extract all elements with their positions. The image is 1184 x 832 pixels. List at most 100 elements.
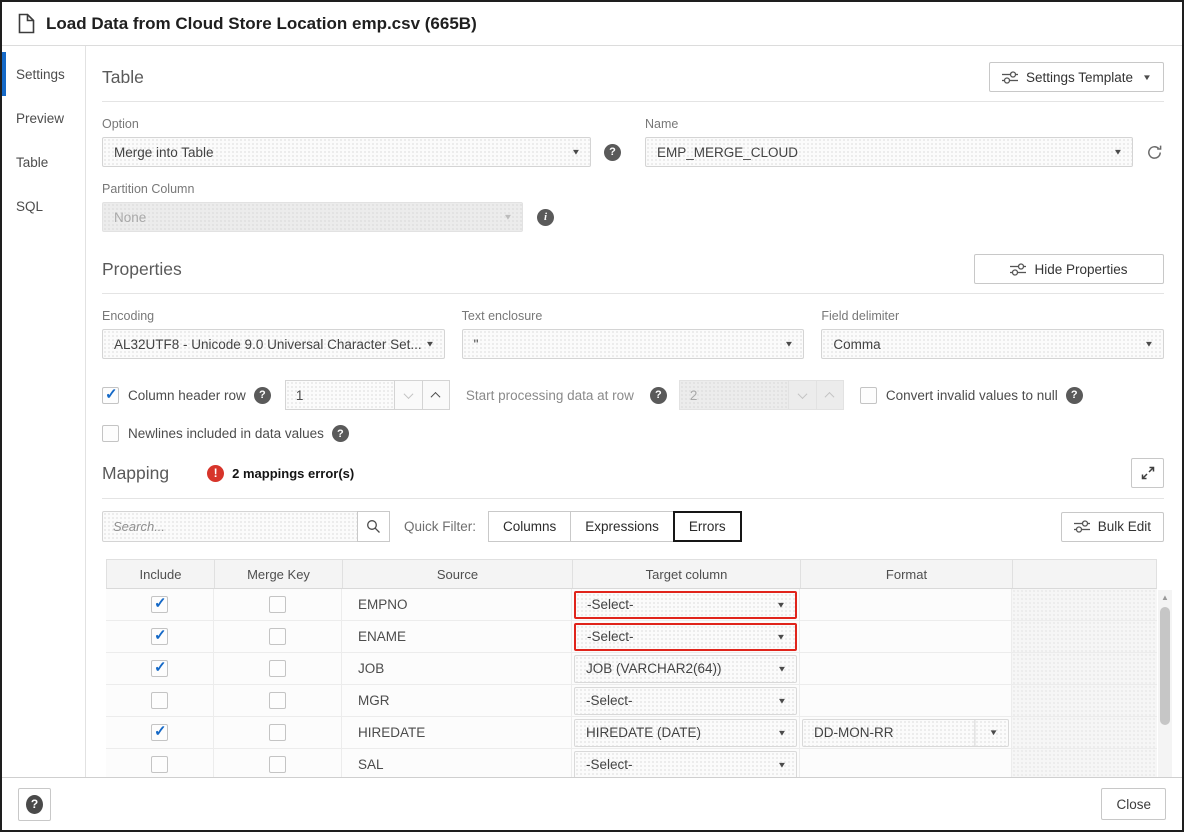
settings-panel: Table Settings Template ▼ Option Merge i… [86, 46, 1182, 777]
chevron-down-icon: ▼ [777, 728, 787, 737]
target-column-select[interactable]: -Select- ▼ [574, 622, 797, 651]
load-data-dialog: Load Data from Cloud Store Location emp.… [0, 0, 1184, 832]
option-label: Option [102, 117, 139, 131]
col-header-format: Format [801, 560, 1013, 588]
chevron-down-icon: ▼ [1113, 147, 1123, 157]
convert-invalid-checkbox[interactable] [859, 386, 877, 404]
chevron-down-icon [403, 388, 414, 399]
scroll-up-icon[interactable]: ▲ [1161, 590, 1169, 604]
partition-column-label: Partition Column [102, 182, 195, 196]
source-cell: SAL [342, 749, 572, 777]
include-checkbox[interactable] [151, 692, 168, 709]
merge-key-checkbox[interactable] [269, 660, 286, 677]
chevron-down-icon: ▼ [1144, 339, 1155, 349]
help-icon[interactable]: ? [253, 386, 271, 404]
include-checkbox[interactable] [151, 722, 168, 741]
source-cell: EMPNO [342, 589, 572, 620]
sidebar-item-preview[interactable]: Preview [2, 96, 85, 140]
close-button[interactable]: Close [1101, 788, 1166, 820]
column-header-row-checkbox[interactable] [102, 385, 119, 404]
settings-template-button[interactable]: Settings Template ▼ [989, 62, 1164, 92]
merge-key-checkbox[interactable] [269, 724, 286, 741]
target-column-select[interactable]: -Select- ▼ [574, 750, 797, 777]
chevron-down-icon: ▼ [1142, 72, 1152, 82]
field-delimiter-select[interactable]: Comma ▼ [821, 329, 1165, 359]
source-cell: JOB [342, 653, 572, 684]
sliders-icon [1002, 70, 1018, 84]
column-header-row-label: Column header row [128, 387, 246, 403]
target-column-select[interactable]: -Select- ▼ [574, 686, 797, 715]
encoding-label: Encoding [102, 309, 155, 323]
search-input[interactable] [102, 511, 358, 542]
sidebar-item-settings[interactable]: Settings [2, 52, 85, 96]
target-column-select[interactable]: HIREDATE (DATE) ▼ [574, 718, 797, 747]
help-icon[interactable]: ? [604, 143, 621, 161]
help-icon[interactable]: ? [331, 425, 349, 442]
col-header-source: Source [343, 560, 573, 588]
refresh-icon[interactable] [1146, 144, 1163, 161]
filter-columns-button[interactable]: Columns [488, 511, 572, 542]
chevron-down-icon: ▼ [974, 719, 1008, 746]
text-enclosure-select[interactable]: " ▼ [461, 329, 805, 359]
bulk-edit-button[interactable]: Bulk Edit [1060, 511, 1164, 542]
merge-key-checkbox[interactable] [269, 756, 286, 773]
col-header-empty [1013, 560, 1158, 588]
convert-invalid-label: Convert invalid values to null [885, 387, 1058, 403]
source-cell: HIREDATE [342, 717, 572, 748]
help-icon[interactable]: ? [1065, 386, 1083, 404]
format-select[interactable]: DD-MON-RR ▼ [802, 718, 1009, 747]
sidebar-item-table[interactable]: Table [2, 140, 85, 184]
merge-key-checkbox[interactable] [269, 692, 286, 709]
chevron-down-icon: ▼ [784, 339, 795, 349]
include-checkbox[interactable] [151, 756, 168, 773]
chevron-up-icon [824, 391, 835, 402]
partition-column-select: None ▼ [102, 202, 523, 232]
include-checkbox[interactable] [151, 626, 168, 645]
merge-key-checkbox[interactable] [269, 596, 286, 613]
newlines-label: Newlines included in data values [128, 426, 324, 441]
expand-button[interactable] [1131, 458, 1164, 488]
hide-properties-button[interactable]: Hide Properties [974, 254, 1164, 284]
document-icon [18, 13, 35, 34]
scrollbar-thumb[interactable] [1160, 607, 1170, 725]
search-button[interactable] [357, 511, 390, 542]
dialog-titlebar: Load Data from Cloud Store Location emp.… [2, 2, 1182, 46]
merge-key-checkbox[interactable] [269, 628, 286, 645]
mapping-section-title: Mapping [102, 462, 170, 483]
increment-button[interactable] [421, 380, 450, 410]
encoding-select[interactable]: AL32UTF8 - Unicode 9.0 Universal Charact… [102, 329, 445, 359]
mapping-table: Include Merge Key Source Target column F… [106, 559, 1172, 777]
chevron-down-icon: ▼ [777, 760, 787, 769]
chevron-down-icon: ▼ [503, 212, 513, 222]
error-icon: ! [207, 464, 225, 482]
include-checkbox[interactable] [151, 658, 168, 677]
help-icon[interactable]: ? [649, 386, 667, 404]
vertical-scrollbar[interactable]: ▲ ▼ [1158, 590, 1172, 777]
table-row: EMPNO -Select- ▼ ▼ [106, 589, 1157, 621]
header-row-number-input[interactable]: 1 [284, 380, 394, 410]
info-icon[interactable]: i [537, 208, 554, 226]
start-processing-label: Start processing data at row [465, 387, 634, 403]
increment-button [815, 380, 844, 410]
text-enclosure-label: Text enclosure [461, 309, 543, 323]
target-column-select[interactable]: -Select- ▼ [574, 590, 797, 619]
option-select[interactable]: Merge into Table ▼ [102, 137, 591, 167]
target-column-select[interactable]: JOB (VARCHAR2(64)) ▼ [574, 654, 797, 683]
decrement-button[interactable] [393, 380, 422, 410]
sliders-icon [1073, 520, 1090, 533]
chevron-down-icon: ▼ [571, 147, 581, 157]
filter-expressions-button[interactable]: Expressions [570, 511, 674, 542]
dialog-title: Load Data from Cloud Store Location emp.… [46, 13, 477, 33]
include-checkbox[interactable] [151, 594, 168, 613]
filter-errors-button[interactable]: Errors [672, 511, 742, 542]
table-row: MGR -Select- ▼ ▼ [106, 685, 1157, 717]
table-name-select[interactable]: EMP_MERGE_CLOUD ▼ [645, 137, 1133, 167]
mapping-error-text: 2 mappings error(s) [232, 465, 355, 481]
help-button[interactable]: ? [18, 787, 51, 821]
search-icon [366, 519, 381, 534]
sidebar-item-sql[interactable]: SQL [2, 184, 85, 228]
table-row: JOB JOB (VARCHAR2(64)) ▼ ▼ [106, 653, 1157, 685]
newlines-checkbox[interactable] [102, 425, 119, 442]
table-row: HIREDATE HIREDATE (DATE) ▼ DD-MON-RR ▼ [106, 717, 1157, 749]
table-row: SAL -Select- ▼ ▼ [106, 749, 1157, 777]
